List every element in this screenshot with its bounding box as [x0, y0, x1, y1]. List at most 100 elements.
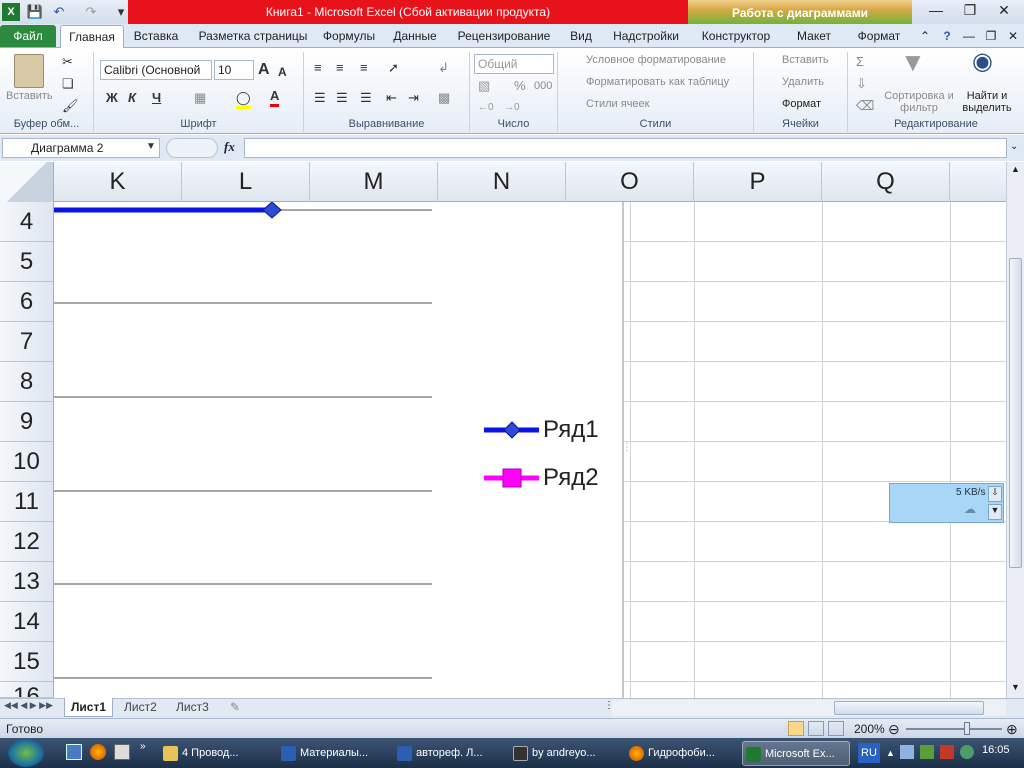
- column-header-o[interactable]: O: [566, 162, 694, 202]
- popup-dropdown-icon[interactable]: ▼: [988, 504, 1002, 520]
- insert-cells-button[interactable]: Вставить: [762, 54, 829, 66]
- orientation-icon[interactable]: ➚: [388, 60, 399, 76]
- sheet-tab-2[interactable]: Лист2: [118, 698, 163, 717]
- normal-view-icon[interactable]: [788, 721, 804, 736]
- wrap-text-icon[interactable]: ↲: [438, 60, 449, 76]
- shrink-font-icon[interactable]: A: [278, 64, 287, 80]
- align-right-icon[interactable]: ☰: [360, 90, 372, 106]
- vertical-scroll-thumb[interactable]: [1009, 258, 1022, 568]
- page-break-view-icon[interactable]: [828, 721, 844, 736]
- align-center-icon[interactable]: ☰: [336, 90, 348, 106]
- sheet-tab-3[interactable]: Лист3: [170, 698, 215, 717]
- thousands-button[interactable]: 000: [534, 80, 552, 92]
- doc-restore-icon[interactable]: ❐: [982, 26, 1000, 48]
- sheet-tab-1[interactable]: Лист1: [64, 698, 114, 717]
- formula-expand-handle[interactable]: [166, 138, 218, 158]
- row-header-5[interactable]: 5: [0, 242, 54, 282]
- cell-styles-button[interactable]: Стили ячеек: [568, 98, 649, 110]
- currency-icon[interactable]: ▧: [478, 78, 490, 94]
- tab-file[interactable]: Файл: [0, 25, 56, 47]
- italic-button[interactable]: К: [128, 90, 136, 106]
- worksheet-grid[interactable]: Ряд1 Ряд2 ⋮: [54, 202, 1006, 698]
- tray-security-icon[interactable]: [940, 745, 954, 759]
- zoom-level[interactable]: 200%: [854, 719, 885, 739]
- redo-icon[interactable]: ↷: [82, 3, 100, 21]
- insert-function-button[interactable]: fx: [224, 139, 235, 155]
- copy-icon[interactable]: ❏: [62, 76, 74, 92]
- insert-sheet-icon[interactable]: ✎: [230, 700, 240, 714]
- page-layout-view-icon[interactable]: [808, 721, 824, 736]
- name-box[interactable]: Диаграмма 2: [2, 138, 160, 158]
- row-header-9[interactable]: 9: [0, 402, 54, 442]
- sort-filter-icon[interactable]: ▼: [900, 49, 926, 75]
- decrease-decimal-icon[interactable]: →0: [504, 100, 520, 116]
- align-bottom-icon[interactable]: ≡: [360, 60, 368, 76]
- zoom-thumb[interactable]: [964, 722, 970, 735]
- column-header-n[interactable]: N: [438, 162, 566, 202]
- grow-font-icon[interactable]: A: [258, 62, 270, 78]
- delete-cells-button[interactable]: Удалить: [762, 76, 824, 88]
- tab-insert[interactable]: Вставка: [128, 26, 184, 48]
- firefox-icon[interactable]: [90, 744, 106, 760]
- taskbar-item-media[interactable]: by andreyo...: [510, 741, 618, 766]
- taskbar-item-firefox[interactable]: Гидрофоби...: [626, 741, 734, 766]
- row-header-4[interactable]: 4: [0, 202, 54, 242]
- language-indicator[interactable]: RU: [858, 743, 880, 763]
- cut-icon[interactable]: ✂: [62, 54, 73, 70]
- row-header-11[interactable]: 11: [0, 482, 54, 522]
- tab-layout[interactable]: Макет: [786, 26, 842, 48]
- ribbon-collapse-icon[interactable]: ⌃: [918, 26, 932, 48]
- format-painter-icon[interactable]: 🖌: [62, 98, 79, 114]
- align-top-icon[interactable]: ≡: [314, 60, 322, 76]
- align-left-icon[interactable]: ☰: [314, 90, 326, 106]
- row-header-14[interactable]: 14: [0, 602, 54, 642]
- tab-format[interactable]: Формат: [850, 26, 908, 48]
- fill-icon[interactable]: ⇩: [856, 76, 867, 92]
- download-icon[interactable]: ⇩: [988, 486, 1002, 502]
- find-select-label[interactable]: Найти и выделить: [954, 90, 1020, 114]
- sheet-nav-icons[interactable]: ◀◀ ◀ ▶ ▶▶: [4, 700, 53, 711]
- conditional-formatting-button[interactable]: Условное форматирование: [568, 54, 726, 66]
- horizontal-scroll-thumb[interactable]: [834, 701, 984, 715]
- excel-logo-icon[interactable]: X: [2, 3, 20, 21]
- horizontal-scrollbar[interactable]: [612, 700, 1006, 716]
- network-meter[interactable]: 5 KB/s ☁ ⇩ ▼: [889, 483, 1004, 523]
- tab-design[interactable]: Конструктор: [694, 26, 778, 48]
- save-icon[interactable]: 💾: [26, 3, 44, 21]
- tab-addins[interactable]: Надстройки: [608, 26, 684, 48]
- computer-icon[interactable]: [114, 744, 130, 760]
- close-icon[interactable]: ✕: [984, 0, 1024, 20]
- row-header-7[interactable]: 7: [0, 322, 54, 362]
- taskbar-item-excel[interactable]: Microsoft Ex...: [742, 741, 850, 766]
- clear-icon[interactable]: ⌫: [856, 98, 874, 114]
- underline-button[interactable]: Ч: [152, 90, 161, 106]
- vertical-scrollbar[interactable]: ▲ ▼: [1006, 162, 1024, 698]
- row-header-13[interactable]: 13: [0, 562, 54, 602]
- column-header-m[interactable]: M: [310, 162, 438, 202]
- show-desktop-icon[interactable]: [66, 744, 82, 760]
- scroll-down-icon[interactable]: ▼: [1009, 682, 1022, 696]
- select-all-button[interactable]: [0, 162, 54, 202]
- chart-resize-handle[interactable]: ⋮: [622, 442, 632, 462]
- zoom-slider[interactable]: [906, 728, 1002, 730]
- format-cells-button[interactable]: Формат: [762, 98, 821, 110]
- tray-expand-icon[interactable]: ▲: [886, 748, 895, 758]
- quicklaunch-more-icon[interactable]: »: [140, 741, 146, 752]
- taskbar-item-word-1[interactable]: Материалы...: [278, 741, 386, 766]
- sort-filter-label[interactable]: Сортировка и фильтр: [884, 90, 954, 114]
- font-color-icon[interactable]: A: [270, 88, 280, 107]
- font-size-select[interactable]: 10: [214, 60, 254, 80]
- decrease-indent-icon[interactable]: ⇤: [386, 90, 397, 106]
- start-button-icon[interactable]: [8, 739, 44, 767]
- tab-page-layout[interactable]: Разметка страницы: [192, 26, 314, 48]
- row-header-12[interactable]: 12: [0, 522, 54, 562]
- tab-view[interactable]: Вид: [562, 26, 600, 48]
- taskbar-item-word-2[interactable]: автореф. Л...: [394, 741, 502, 766]
- percent-button[interactable]: %: [514, 78, 526, 93]
- column-header-p[interactable]: P: [694, 162, 822, 202]
- zoom-in-icon[interactable]: ⊕: [1006, 719, 1018, 739]
- tab-data[interactable]: Данные: [386, 26, 444, 48]
- bold-button[interactable]: Ж: [106, 90, 118, 106]
- autosum-button[interactable]: Σ: [856, 54, 864, 70]
- fill-color-icon[interactable]: ◯: [236, 90, 251, 109]
